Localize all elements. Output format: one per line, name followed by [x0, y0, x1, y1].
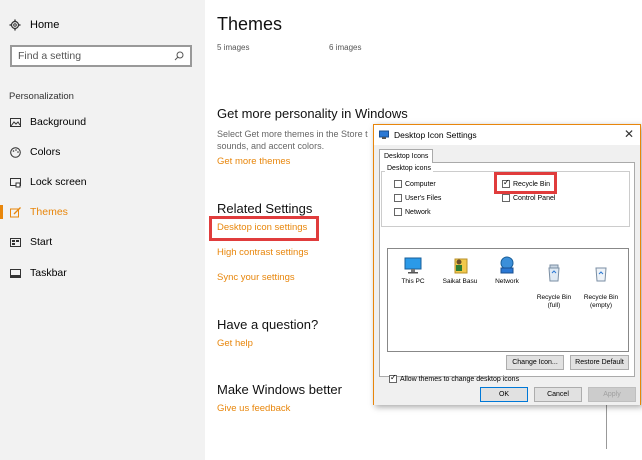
desktop-icon-settings-icon [379, 130, 389, 139]
search-input[interactable]: Find a setting [10, 45, 192, 67]
close-icon[interactable]: ✕ [624, 127, 634, 141]
page-title: Themes [217, 14, 283, 34]
checkbox-box[interactable] [502, 194, 510, 202]
brush-icon [9, 206, 21, 217]
section-label: Personalization [9, 91, 74, 102]
settings-sidebar: Home Find a setting Personalization Back… [0, 0, 205, 460]
sidebar-item-themes[interactable]: Themes [0, 203, 205, 221]
start-icon [9, 237, 21, 247]
icon-label: Saikat Basu [442, 278, 478, 285]
get-more-themes-link[interactable]: Get more themes [217, 156, 290, 167]
desktop-icon-settings-dialog: Desktop Icon Settings ✕ Desktop Icons De… [373, 124, 641, 405]
palette-icon [9, 146, 21, 158]
give-feedback-link[interactable]: Give us feedback [217, 403, 290, 414]
sidebar-item-label: Background [30, 116, 87, 128]
ok-button[interactable]: OK [480, 387, 528, 402]
network-icon [500, 256, 514, 274]
high-contrast-settings-link[interactable]: High contrast settings [217, 247, 308, 258]
related-settings-heading: Related Settings [217, 201, 313, 216]
sidebar-item-label: Start [30, 236, 53, 248]
icon-label: This PC [401, 278, 425, 285]
dialog-title-bar[interactable]: Desktop Icon Settings ✕ [374, 125, 640, 145]
sidebar-item-start[interactable]: Start [0, 233, 205, 251]
home-link[interactable]: Home [9, 19, 59, 31]
lock-screen-icon [9, 177, 21, 187]
checkbox-label: Control Panel [513, 194, 556, 202]
taskbar-icon [9, 268, 21, 278]
sidebar-item-label: Colors [30, 146, 61, 158]
dialog-body: Desktop Icons Desktop icons Computer Rec… [374, 145, 640, 383]
checkbox-allow-themes[interactable]: Allow themes to change desktop icons [389, 373, 520, 383]
restore-default-button[interactable]: Restore Default [570, 355, 629, 370]
question-heading: Have a question? [217, 317, 319, 332]
personality-description: Select Get more themes in the Store t so… [217, 129, 368, 151]
checkbox-network[interactable]: Network [394, 208, 431, 216]
sidebar-item-label: Themes [30, 206, 68, 218]
sidebar-item-colors[interactable]: Colors [0, 143, 205, 161]
recycle-bin-full-icon [548, 264, 560, 282]
checkbox-label: Network [405, 208, 431, 216]
checkbox-box[interactable] [394, 180, 402, 188]
theme-image-count: 5 images [217, 43, 250, 52]
scrollbar-track[interactable] [606, 405, 607, 449]
dialog-title: Desktop Icon Settings [394, 130, 477, 140]
sidebar-item-label: Lock screen [30, 176, 87, 188]
cancel-button[interactable]: Cancel [534, 387, 582, 402]
desktop-icon-settings-link[interactable]: Desktop icon settings [217, 222, 307, 233]
home-label: Home [30, 19, 60, 31]
icon-label: Recycle Bin (empty) [583, 294, 619, 309]
change-icon-button[interactable]: Change Icon... [506, 355, 564, 370]
dialog-footer: OK Cancel Apply [374, 383, 640, 405]
icon-recycle-bin-full[interactable]: Recycle Bin (full) [531, 255, 577, 310]
sync-settings-link[interactable]: Sync your settings [217, 272, 295, 283]
search-placeholder: Find a setting [18, 50, 82, 62]
sidebar-item-label: Taskbar [30, 267, 67, 279]
checkbox-control-panel[interactable]: Control Panel [502, 194, 555, 202]
sidebar-item-taskbar[interactable]: Taskbar [0, 264, 205, 282]
checkbox-computer[interactable]: Computer [394, 180, 436, 188]
tab-desktop-icons[interactable]: Desktop Icons [379, 149, 434, 163]
checkbox-users-files[interactable]: User's Files [394, 194, 441, 202]
picture-icon [9, 117, 21, 127]
recycle-bin-empty-icon [595, 267, 607, 282]
theme-image-count: 6 images [329, 43, 362, 52]
checkbox-label: User's Files [405, 194, 442, 202]
checkbox-box[interactable] [389, 373, 397, 383]
sidebar-item-background[interactable]: Background [0, 113, 205, 131]
checkbox-label: Allow themes to change desktop icons [400, 375, 520, 383]
group-label: Desktop icons [385, 165, 433, 172]
checkbox-box[interactable] [394, 194, 402, 202]
get-help-link[interactable]: Get help [217, 338, 253, 349]
user-folder-icon [454, 258, 468, 274]
checkbox-box[interactable] [394, 208, 402, 216]
checkbox-label: Computer [405, 180, 436, 188]
icon-recycle-bin-empty[interactable]: Recycle Bin (empty) [578, 255, 624, 310]
sidebar-item-lock-screen[interactable]: Lock screen [0, 173, 205, 191]
icon-label: Recycle Bin (full) [536, 294, 572, 309]
icon-preview-pane[interactable]: This PC Saikat Basu Network Recycle Bin … [387, 248, 629, 352]
personality-heading: Get more personality in Windows [217, 106, 408, 121]
gear-icon [9, 19, 21, 31]
monitor-icon [404, 257, 422, 274]
icon-this-pc[interactable]: This PC [390, 255, 436, 286]
search-icon [174, 51, 184, 61]
apply-button[interactable]: Apply [588, 387, 636, 402]
icon-user-files[interactable]: Saikat Basu [437, 255, 483, 286]
make-windows-better-heading: Make Windows better [217, 382, 342, 397]
highlight-box [494, 172, 557, 194]
icon-network[interactable]: Network [484, 255, 530, 286]
icon-label: Network [495, 278, 519, 285]
